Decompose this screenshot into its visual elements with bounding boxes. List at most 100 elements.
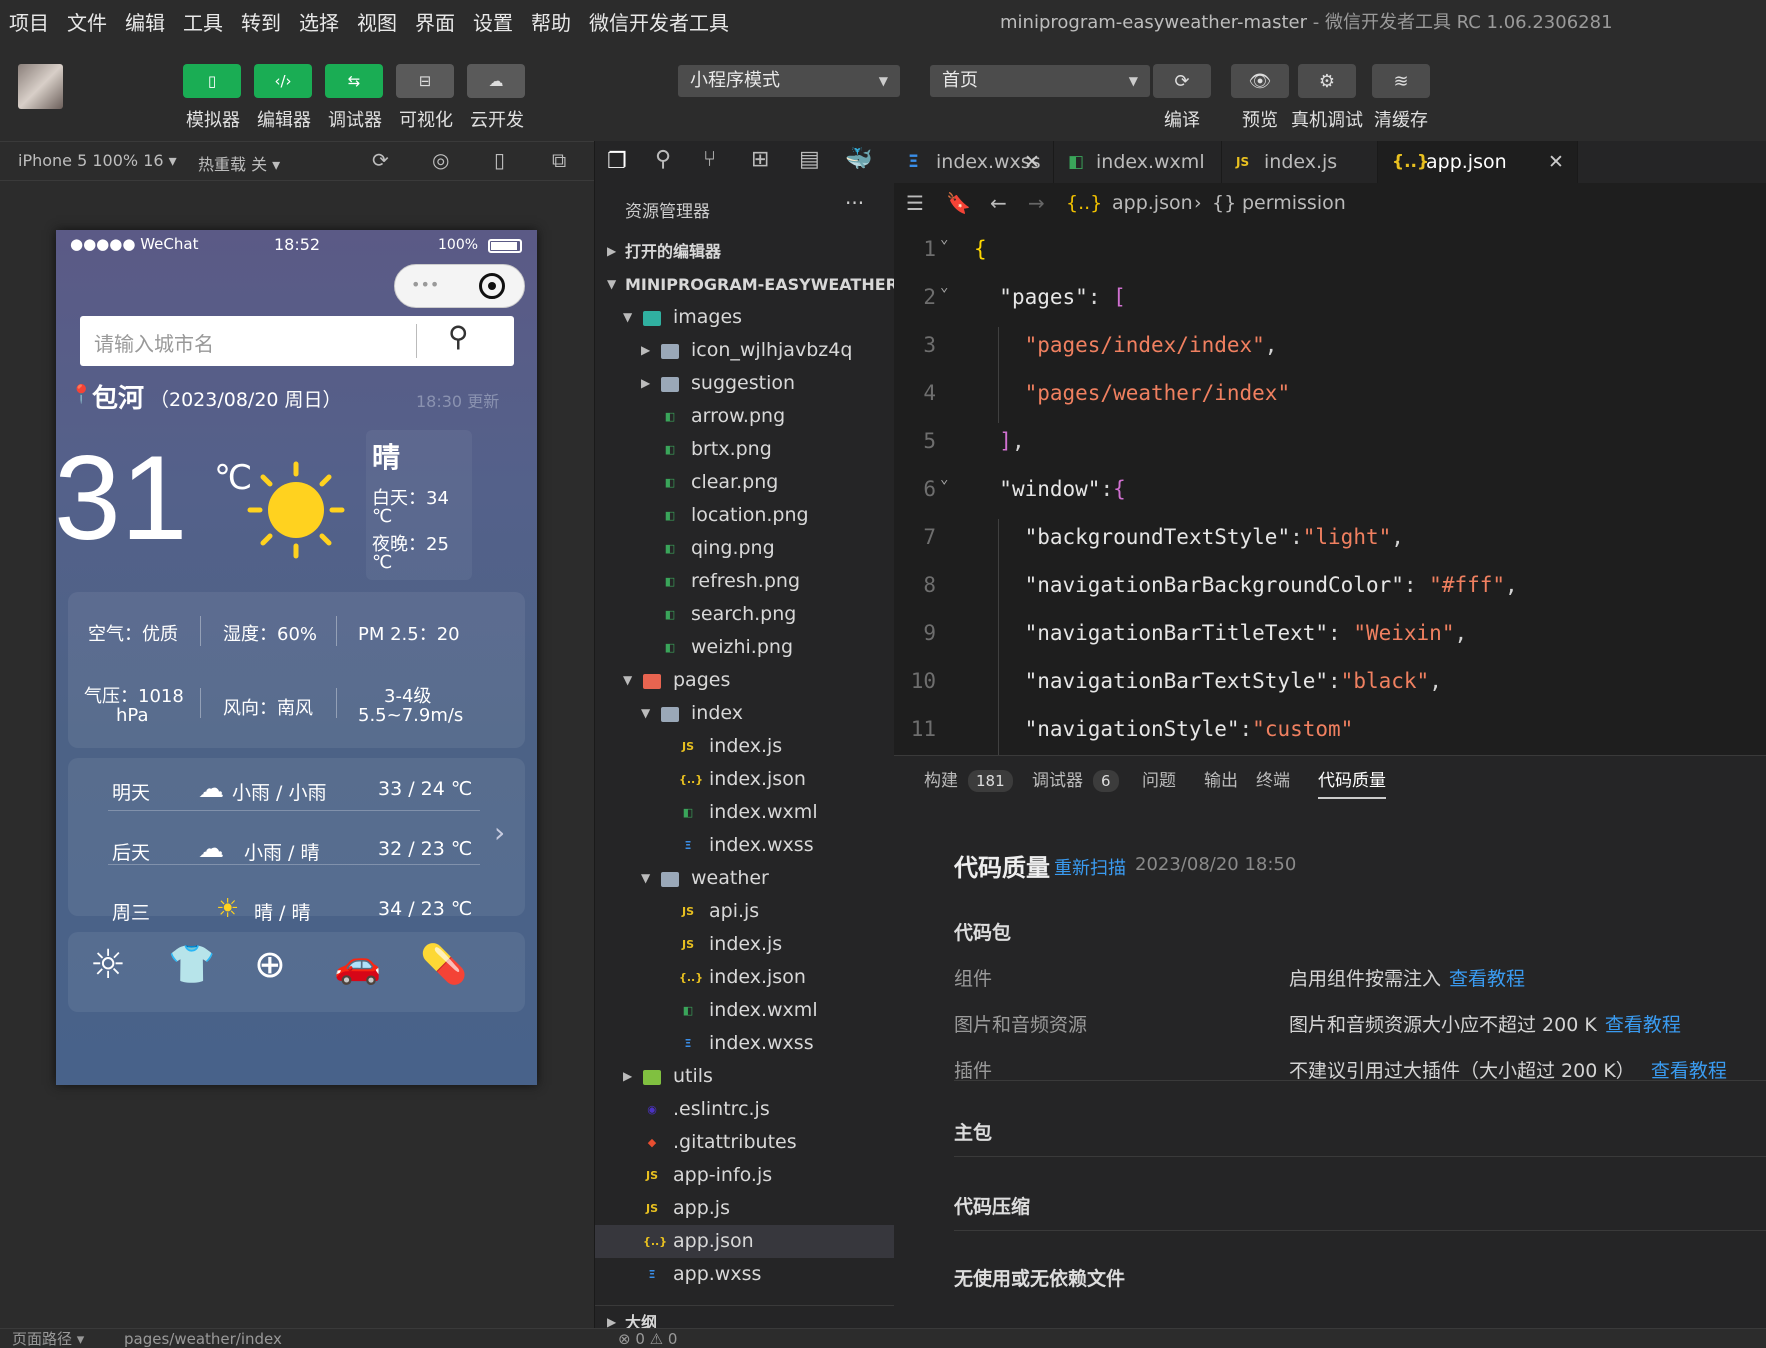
file-item[interactable]: JS index.js bbox=[595, 928, 895, 961]
forecast-card[interactable]: 明天 ☁ 小雨 / 小雨 33 / 24 ℃ 后天 ☁ 小雨 / 晴 32 / 23 ℃ 周三 ☀… bbox=[68, 758, 525, 924]
close-icon[interactable]: ✕ bbox=[1024, 141, 1040, 183]
search-icon[interactable]: ⚲ bbox=[448, 320, 469, 353]
breadcrumb-file[interactable]: app.json bbox=[1112, 183, 1193, 223]
fold-chevron-icon[interactable]: ⌄ bbox=[940, 263, 948, 311]
section-unused[interactable]: 无使用或无依赖文件 bbox=[954, 1264, 1125, 1291]
sun-outline-icon[interactable]: ☼ bbox=[90, 942, 126, 988]
menu-item[interactable]: 文件 bbox=[58, 0, 116, 46]
chevron-down-icon[interactable]: ▼ bbox=[623, 664, 632, 697]
panel-tab[interactable]: 构建 181 bbox=[924, 766, 1013, 792]
file-item[interactable]: {..} index.json bbox=[595, 961, 895, 994]
code-line[interactable]: 11 "navigationStyle":"custom" bbox=[894, 705, 1766, 753]
file-item[interactable]: ◧ brtx.png bbox=[595, 433, 895, 466]
editor-tab[interactable]: JS index.js bbox=[1222, 141, 1378, 183]
layers-button[interactable]: ≋ bbox=[1372, 64, 1430, 98]
file-item[interactable]: {..} app.json bbox=[595, 1225, 895, 1258]
list-icon[interactable]: ☰ bbox=[906, 183, 924, 223]
docker-icon[interactable]: 🐳 bbox=[845, 147, 872, 172]
phone-button[interactable]: ▯ bbox=[183, 64, 241, 98]
editor-tab[interactable]: Ξindex.wxss ✕ bbox=[894, 141, 1054, 183]
city-name[interactable]: 包河 bbox=[92, 378, 144, 415]
section-compress[interactable]: 代码压缩 bbox=[954, 1192, 1030, 1219]
basketball-icon[interactable]: ⊕ bbox=[254, 942, 286, 986]
hot-reload-toggle[interactable]: 热重载 关 ▾ bbox=[198, 151, 280, 175]
layout-icon[interactable]: ▤ bbox=[799, 147, 820, 172]
menu-item[interactable]: 视图 bbox=[348, 0, 406, 46]
code-line[interactable]: 5 ], bbox=[894, 417, 1766, 465]
eye-button[interactable]: 👁 bbox=[1231, 64, 1289, 98]
stop-icon[interactable]: ◎ bbox=[432, 148, 449, 172]
bookmark-icon[interactable]: 🔖 bbox=[946, 183, 971, 223]
menu-item[interactable]: 工具 bbox=[174, 0, 232, 46]
chevron-down-icon[interactable]: ▼ bbox=[623, 301, 632, 334]
close-icon[interactable]: ✕ bbox=[1548, 141, 1564, 183]
chevron-right-icon[interactable]: ▶ bbox=[641, 367, 650, 400]
forward-icon[interactable]: → bbox=[1028, 183, 1045, 223]
shirt-icon[interactable]: 👕 bbox=[168, 942, 215, 987]
panel-tab[interactable]: 调试器 6 bbox=[1032, 766, 1119, 792]
folder-item[interactable]: ▼ index bbox=[595, 697, 895, 730]
menu-item[interactable]: 设置 bbox=[464, 0, 522, 46]
file-item[interactable]: ◉ .eslintrc.js bbox=[595, 1093, 895, 1126]
file-item[interactable]: ◧ index.wxml bbox=[595, 796, 895, 829]
panel-tab[interactable]: 终端 bbox=[1256, 766, 1290, 791]
fold-chevron-icon[interactable]: ⌄ bbox=[940, 455, 948, 503]
code-button[interactable]: ‹/› bbox=[254, 64, 312, 98]
device-select[interactable]: iPhone 5 100% 16 ▾ bbox=[18, 151, 177, 170]
problems-count[interactable]: ⊗ 0 ⚠ 0 bbox=[618, 1329, 677, 1348]
file-item[interactable]: JS api.js bbox=[595, 895, 895, 928]
code-line[interactable]: 7 "backgroundTextStyle":"light", bbox=[894, 513, 1766, 561]
folder-item[interactable]: ▼ weather bbox=[595, 862, 895, 895]
section-main[interactable]: 主包 bbox=[954, 1118, 992, 1145]
search-input[interactable]: 请输入城市名 bbox=[94, 328, 214, 357]
menu-item[interactable]: 帮助 bbox=[522, 0, 580, 46]
fold-chevron-icon[interactable]: ⌄ bbox=[940, 215, 948, 263]
back-icon[interactable]: ← bbox=[990, 183, 1007, 223]
panel-tab[interactable]: 代码质量 bbox=[1318, 766, 1386, 799]
folder-item[interactable]: ▼ pages bbox=[595, 664, 895, 697]
folder-item[interactable]: ▼ images bbox=[595, 301, 895, 334]
chevron-down-icon[interactable]: ▼ bbox=[641, 862, 650, 895]
code-line[interactable]: 2 "pages": [⌄ bbox=[894, 273, 1766, 321]
tutorial-link[interactable]: 查看教程 bbox=[1605, 1014, 1681, 1036]
tutorial-link[interactable]: 查看教程 bbox=[1449, 968, 1525, 990]
editor-tab[interactable]: ◧ index.wxml bbox=[1054, 141, 1222, 183]
car-icon[interactable]: 🚗 bbox=[334, 942, 381, 987]
close-capsule-icon[interactable] bbox=[479, 273, 505, 299]
chevron-down-icon[interactable]: ▼ bbox=[641, 697, 650, 730]
panel-tab[interactable]: 输出 bbox=[1204, 766, 1238, 791]
menu-item[interactable]: 微信开发者工具 bbox=[580, 0, 738, 46]
files-icon[interactable]: ❐ bbox=[607, 149, 627, 174]
panel-tab[interactable]: 问题 bbox=[1142, 766, 1176, 791]
file-item[interactable]: ◧ arrow.png bbox=[595, 400, 895, 433]
menu-item[interactable]: 转到 bbox=[232, 0, 290, 46]
more-icon[interactable]: ••• bbox=[411, 275, 439, 294]
file-item[interactable]: ◧ clear.png bbox=[595, 466, 895, 499]
file-item[interactable]: JS app.js bbox=[595, 1192, 895, 1225]
folder-item[interactable]: ▶ utils bbox=[595, 1060, 895, 1093]
breadcrumb-symbol[interactable]: permission bbox=[1242, 183, 1346, 223]
window-icon[interactable]: ⧉ bbox=[552, 148, 566, 172]
tutorial-link[interactable]: 查看教程 bbox=[1651, 1060, 1727, 1082]
file-item[interactable]: JS index.js bbox=[595, 730, 895, 763]
layout-button[interactable]: ⊟ bbox=[396, 64, 454, 98]
code-line[interactable]: 9 "navigationBarTitleText": "Weixin", bbox=[894, 609, 1766, 657]
rotate-icon[interactable]: ⟳ bbox=[372, 148, 389, 172]
code-line[interactable]: 8 "navigationBarBackgroundColor": "#fff"… bbox=[894, 561, 1766, 609]
bug-button[interactable]: ⚙ bbox=[1298, 64, 1356, 98]
code-line[interactable]: 3 "pages/index/index", bbox=[894, 321, 1766, 369]
pill-icon[interactable]: 💊 bbox=[420, 942, 467, 987]
file-item[interactable]: JS app-info.js bbox=[595, 1159, 895, 1192]
menu-item[interactable]: 项目 bbox=[0, 0, 58, 46]
project-section[interactable]: ▼ MINIPROGRAM-EASYWEATHER... bbox=[595, 268, 917, 301]
file-item[interactable]: ◧ location.png bbox=[595, 499, 895, 532]
file-item[interactable]: ◧ weizhi.png bbox=[595, 631, 895, 664]
device-icon[interactable]: ▯ bbox=[494, 148, 505, 172]
capsule-menu[interactable]: ••• bbox=[394, 264, 525, 308]
folder-item[interactable]: ▶ suggestion bbox=[595, 367, 895, 400]
refresh-button[interactable]: ⟳ bbox=[1153, 64, 1211, 98]
menu-item[interactable]: 界面 bbox=[406, 0, 464, 46]
code-line[interactable]: 4 "pages/weather/index" bbox=[894, 369, 1766, 417]
file-item[interactable]: Ξindex.wxss bbox=[595, 829, 895, 862]
code-line[interactable]: 10 "navigationBarTextStyle":"black", bbox=[894, 657, 1766, 705]
